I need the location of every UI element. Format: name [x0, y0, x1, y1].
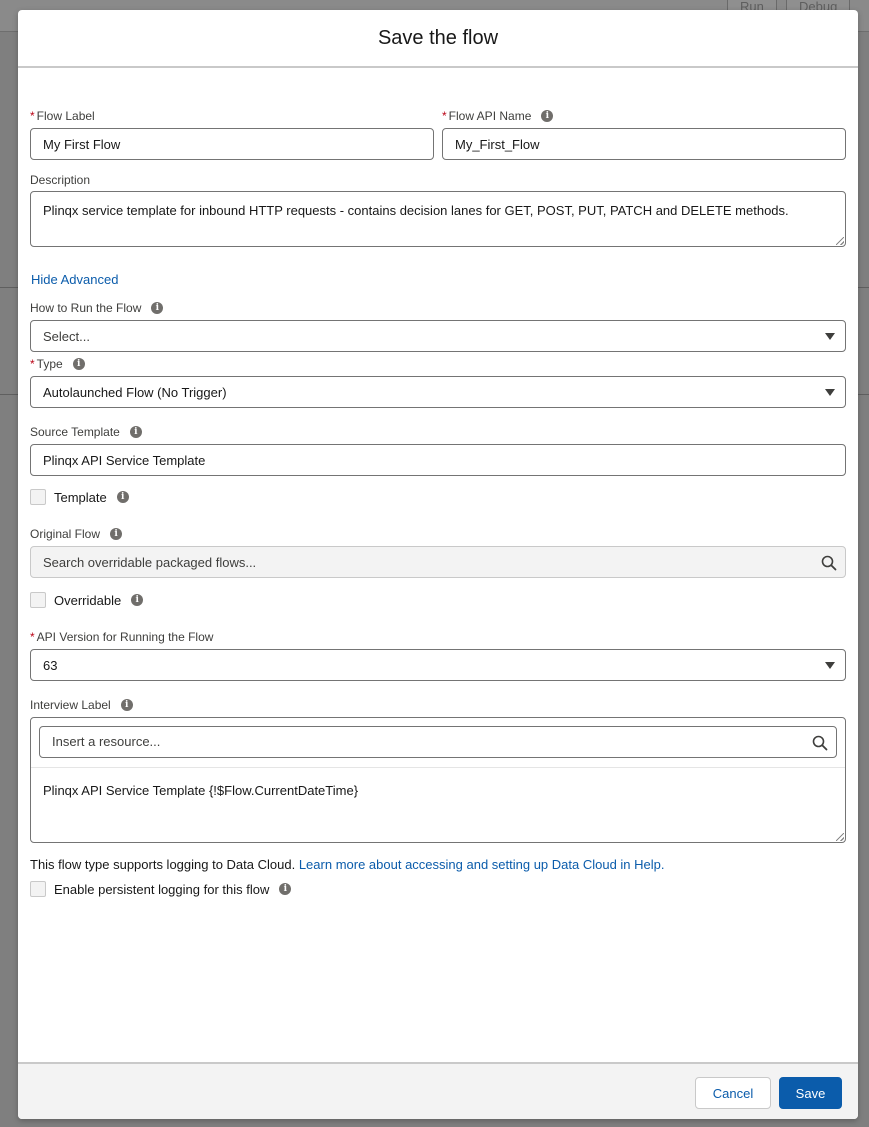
modal-footer: Cancel Save — [18, 1062, 858, 1119]
original-flow-field: Original Flow i — [30, 526, 123, 542]
type-text: Type — [36, 357, 63, 371]
chevron-down-icon — [825, 333, 835, 340]
api-version-select[interactable]: 63 — [30, 649, 846, 681]
flow-label-value: My First Flow — [43, 136, 121, 152]
original-flow-placeholder: Search overridable packaged flows... — [43, 554, 257, 570]
flow-api-name-value: My_First_Flow — [455, 136, 540, 152]
flow-label-text: Flow Label — [36, 109, 95, 123]
template-checkbox-text: Template — [54, 489, 107, 505]
info-icon[interactable]: i — [116, 491, 129, 503]
original-flow-search-input[interactable]: Search overridable packaged flows... — [30, 546, 846, 578]
flow-api-name-field: * Flow API Name i — [442, 108, 554, 124]
overridable-checkbox[interactable] — [30, 592, 46, 608]
how-to-run-select[interactable]: Select... — [30, 320, 846, 352]
info-icon[interactable]: i — [151, 302, 164, 314]
original-flow-text: Original Flow — [30, 527, 101, 541]
info-icon[interactable]: i — [72, 358, 85, 370]
modal-title: Save the flow — [377, 26, 499, 49]
chevron-down-icon — [825, 662, 835, 669]
flow-api-name-text: Flow API Name — [448, 109, 532, 123]
info-icon[interactable]: i — [129, 426, 142, 438]
chevron-down-icon — [825, 389, 835, 396]
search-icon — [812, 735, 828, 751]
template-checkbox[interactable] — [30, 489, 46, 505]
type-field: * Type i — [30, 356, 85, 372]
save-flow-modal: Save the flow * Flow Label My First Flow… — [18, 10, 858, 1119]
api-version-field: * API Version for Running the Flow — [30, 629, 213, 645]
original-flow-label: Original Flow i — [30, 526, 123, 542]
persistent-logging-text: Enable persistent logging for this flow — [54, 881, 270, 897]
type-label: * Type i — [30, 356, 85, 372]
description-value: Plinqx service template for inbound HTTP… — [43, 203, 789, 218]
required-indicator: * — [442, 109, 447, 123]
api-version-text: API Version for Running the Flow — [36, 630, 214, 644]
type-select[interactable]: Autolaunched Flow (No Trigger) — [30, 376, 846, 408]
search-icon — [821, 555, 837, 571]
info-icon[interactable]: i — [279, 883, 292, 895]
overridable-checkbox-text: Overridable — [54, 592, 122, 608]
modal-header: Save the flow — [18, 10, 858, 68]
how-to-run-field: How to Run the Flow i — [30, 300, 164, 316]
interview-label-label: Interview Label i — [30, 697, 133, 713]
source-template-text: Source Template — [30, 425, 120, 439]
interview-label-field: Interview Label i — [30, 697, 133, 713]
source-template-label: Source Template i — [30, 424, 142, 440]
resize-handle-icon[interactable] — [836, 833, 844, 841]
interview-label-text: Interview Label — [30, 698, 111, 712]
interview-label-value[interactable]: Plinqx API Service Template {!$Flow.Curr… — [43, 782, 358, 800]
type-value: Autolaunched Flow (No Trigger) — [43, 384, 227, 400]
flow-label-input[interactable]: My First Flow — [30, 128, 434, 160]
save-button[interactable]: Save — [779, 1077, 842, 1109]
persistent-logging-checkbox[interactable] — [30, 881, 46, 897]
source-template-value: Plinqx API Service Template — [43, 452, 206, 468]
logging-note: This flow type supports logging to Data … — [30, 857, 665, 872]
logging-note-text: This flow type supports logging to Data … — [30, 857, 296, 872]
how-to-run-label: How to Run the Flow i — [30, 300, 164, 316]
persistent-logging-label: Enable persistent logging for this flow … — [54, 881, 292, 897]
hide-advanced-link[interactable]: Hide Advanced — [31, 272, 118, 287]
api-version-value: 63 — [43, 657, 58, 673]
description-textarea[interactable]: Plinqx service template for inbound HTTP… — [30, 191, 846, 247]
flow-label-label: * Flow Label — [30, 108, 95, 124]
interview-label-container: Insert a resource... Plinqx API Service … — [30, 717, 846, 843]
api-version-label: * API Version for Running the Flow — [30, 629, 213, 645]
info-icon[interactable]: i — [131, 594, 144, 606]
flow-api-name-label: * Flow API Name i — [442, 108, 554, 124]
required-indicator: * — [30, 630, 35, 644]
template-checkbox-label: Template i — [54, 489, 129, 505]
source-template-input[interactable]: Plinqx API Service Template — [30, 444, 846, 476]
insert-resource-placeholder: Insert a resource... — [52, 734, 161, 749]
data-cloud-help-link[interactable]: Learn more about accessing and setting u… — [299, 857, 665, 872]
flow-label-field: * Flow Label — [30, 108, 95, 124]
info-icon[interactable]: i — [541, 110, 554, 122]
info-icon[interactable]: i — [120, 699, 133, 711]
how-to-run-value: Select... — [43, 328, 90, 344]
info-icon[interactable]: i — [110, 528, 123, 540]
insert-resource-input[interactable]: Insert a resource... — [39, 726, 837, 758]
flow-api-name-input[interactable]: My_First_Flow — [442, 128, 846, 160]
resize-handle-icon[interactable] — [836, 237, 844, 245]
description-label: Description — [30, 173, 91, 187]
cancel-button[interactable]: Cancel — [695, 1077, 771, 1109]
required-indicator: * — [30, 109, 35, 123]
overridable-checkbox-label: Overridable i — [54, 592, 144, 608]
required-indicator: * — [30, 357, 35, 371]
modal-body: * Flow Label My First Flow * Flow API Na… — [18, 68, 858, 1060]
source-template-field: Source Template i — [30, 424, 142, 440]
description-field: Description — [30, 172, 90, 188]
how-to-run-text: How to Run the Flow — [30, 301, 142, 315]
